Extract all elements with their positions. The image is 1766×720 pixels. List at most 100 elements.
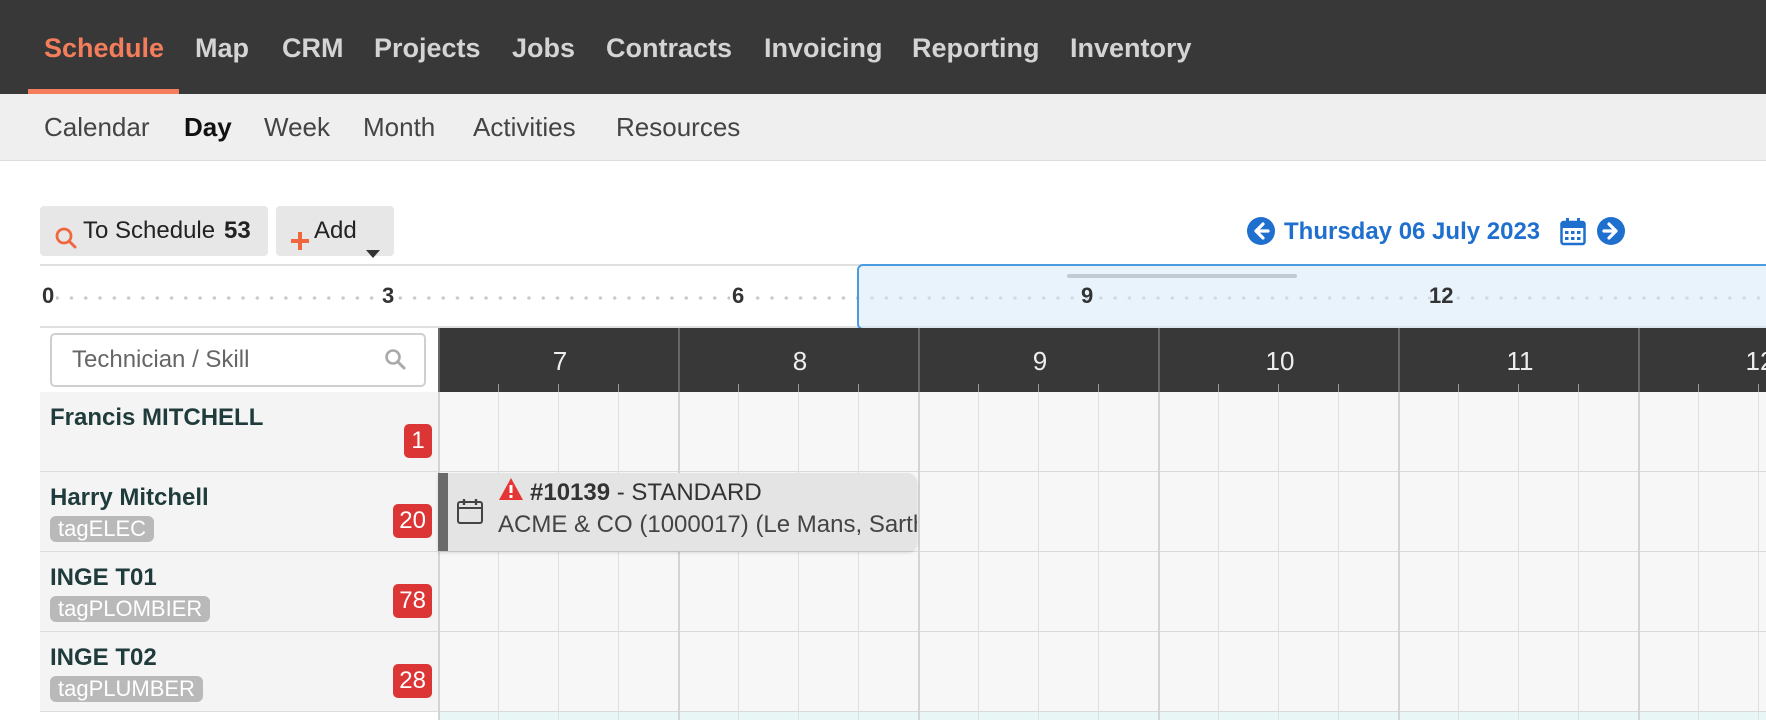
add-label: Add [314, 217, 357, 244]
technician-row[interactable]: Harry Mitchell tagELEC 20 [40, 472, 438, 552]
overview-label-0: 0 [40, 283, 57, 309]
quarter-gridline [738, 392, 739, 720]
top-nav: Schedule Map CRM Projects Jobs Contracts… [0, 0, 1766, 94]
hour-column-11: 11 [1398, 328, 1534, 392]
hour-gridline [678, 392, 680, 720]
quarter-gridline [618, 392, 619, 720]
technician-name: INGE T02 [50, 644, 157, 671]
quarter-gridline [798, 392, 799, 720]
technician-row[interactable]: INGE T02 tagPLUMBER 28 [40, 632, 438, 712]
hour-gridline [438, 392, 440, 720]
plus-icon [290, 219, 310, 269]
technician-search [50, 333, 426, 387]
visible-range-window[interactable]: 9 12 [857, 264, 1766, 330]
schedule-body[interactable] [438, 392, 1766, 720]
quarter-gridline [1098, 392, 1099, 720]
quarter-tick [1278, 384, 1279, 392]
quarter-gridline [498, 392, 499, 720]
subnav-calendar[interactable]: Calendar [44, 94, 150, 161]
job-count-badge: 28 [393, 664, 432, 698]
current-date[interactable]: Thursday 06 July 2023 [1284, 218, 1540, 246]
quarter-tick [1098, 384, 1099, 392]
quarter-gridline [858, 392, 859, 720]
subnav-resources[interactable]: Resources [616, 94, 740, 161]
quarter-tick [858, 384, 859, 392]
quarter-gridline [1218, 392, 1219, 720]
hour-column-12: 12 [1638, 328, 1766, 392]
nav-contracts[interactable]: Contracts [606, 0, 732, 94]
quarter-tick [1218, 384, 1219, 392]
quarter-tick [1458, 384, 1459, 392]
nav-inventory[interactable]: Inventory [1070, 0, 1192, 94]
subnav-day[interactable]: Day [184, 94, 232, 161]
quarter-tick [1038, 384, 1039, 392]
to-schedule-button[interactable]: To Schedule 53 [40, 206, 268, 256]
quarter-tick [498, 384, 499, 392]
hour-gridline [918, 392, 920, 720]
technician-row[interactable]: Francis MITCHELL 1 [40, 392, 438, 472]
quarter-tick [558, 384, 559, 392]
nav-schedule[interactable]: Schedule [44, 0, 164, 94]
quarter-tick [1758, 384, 1759, 392]
overview-label-6: 6 [730, 283, 747, 309]
to-schedule-count: 53 [224, 217, 251, 244]
sub-nav: Calendar Day Week Month Activities Resou… [0, 94, 1766, 161]
quarter-tick [1338, 384, 1339, 392]
next-day-icon[interactable] [1596, 216, 1626, 251]
job-card[interactable]: #10139 - STANDARD ACME & CO (1000017) (L… [438, 473, 917, 551]
quarter-gridline [558, 392, 559, 720]
quarter-tick [618, 384, 619, 392]
quarter-tick [1698, 384, 1699, 392]
add-button[interactable]: Add [276, 206, 394, 258]
hour-gridline [1158, 392, 1160, 720]
hour-gridline [1638, 392, 1640, 720]
quarter-tick [1578, 384, 1579, 392]
technician-name: Francis MITCHELL [50, 404, 264, 431]
job-count-badge: 1 [404, 424, 432, 458]
overview-label-12: 12 [1429, 283, 1454, 308]
quarter-gridline [1758, 392, 1759, 720]
hour-gridline [1398, 392, 1400, 720]
search-icon[interactable] [384, 348, 406, 375]
quarter-gridline [1518, 392, 1519, 720]
quarter-tick [738, 384, 739, 392]
skill-tag: tagELEC [50, 516, 155, 542]
calendar-icon[interactable] [1560, 218, 1586, 251]
quarter-gridline [1698, 392, 1699, 720]
job-count-badge: 78 [393, 584, 432, 618]
nav-crm[interactable]: CRM [282, 0, 344, 94]
overview-label-9: 9 [1081, 283, 1094, 308]
hour-column-10: 10 [1158, 328, 1294, 392]
job-customer: ACME & CO (1000017) (Le Mans, Sarthe) [498, 511, 917, 538]
warning-icon [498, 477, 524, 506]
quarter-gridline [1278, 392, 1279, 720]
hour-column-7: 7 [438, 328, 567, 392]
hour-column-9: 9 [918, 328, 1047, 392]
subnav-month[interactable]: Month [363, 94, 435, 161]
subnav-week[interactable]: Week [264, 94, 330, 161]
subnav-activities[interactable]: Activities [473, 94, 576, 161]
nav-projects[interactable]: Projects [374, 0, 481, 94]
previous-day-icon[interactable] [1246, 216, 1276, 251]
hours-header: 7 8 9 10 11 12 [438, 328, 1766, 392]
quarter-gridline [1578, 392, 1579, 720]
skill-tag: tagPLOMBIER [50, 596, 211, 622]
nav-reporting[interactable]: Reporting [912, 0, 1040, 94]
quarter-gridline [978, 392, 979, 720]
quarter-tick [798, 384, 799, 392]
timeline-overview[interactable]: 0 3 6 9 12 [40, 264, 1766, 330]
technician-search-input[interactable] [52, 335, 372, 385]
quarter-tick [978, 384, 979, 392]
technician-row[interactable]: INGE T01 tagPLOMBIER 78 [40, 552, 438, 632]
technician-name: Harry Mitchell [50, 484, 209, 511]
nav-invoicing[interactable]: Invoicing [764, 0, 883, 94]
range-drag-handle[interactable] [1067, 274, 1297, 278]
hour-column-8: 8 [678, 328, 807, 392]
nav-jobs[interactable]: Jobs [512, 0, 575, 94]
to-schedule-label: To Schedule [83, 217, 216, 244]
job-count-badge: 20 [393, 504, 432, 538]
overview-label-3: 3 [380, 283, 397, 309]
nav-map[interactable]: Map [195, 0, 249, 94]
quarter-gridline [1038, 392, 1039, 720]
job-status-bar [438, 473, 448, 551]
